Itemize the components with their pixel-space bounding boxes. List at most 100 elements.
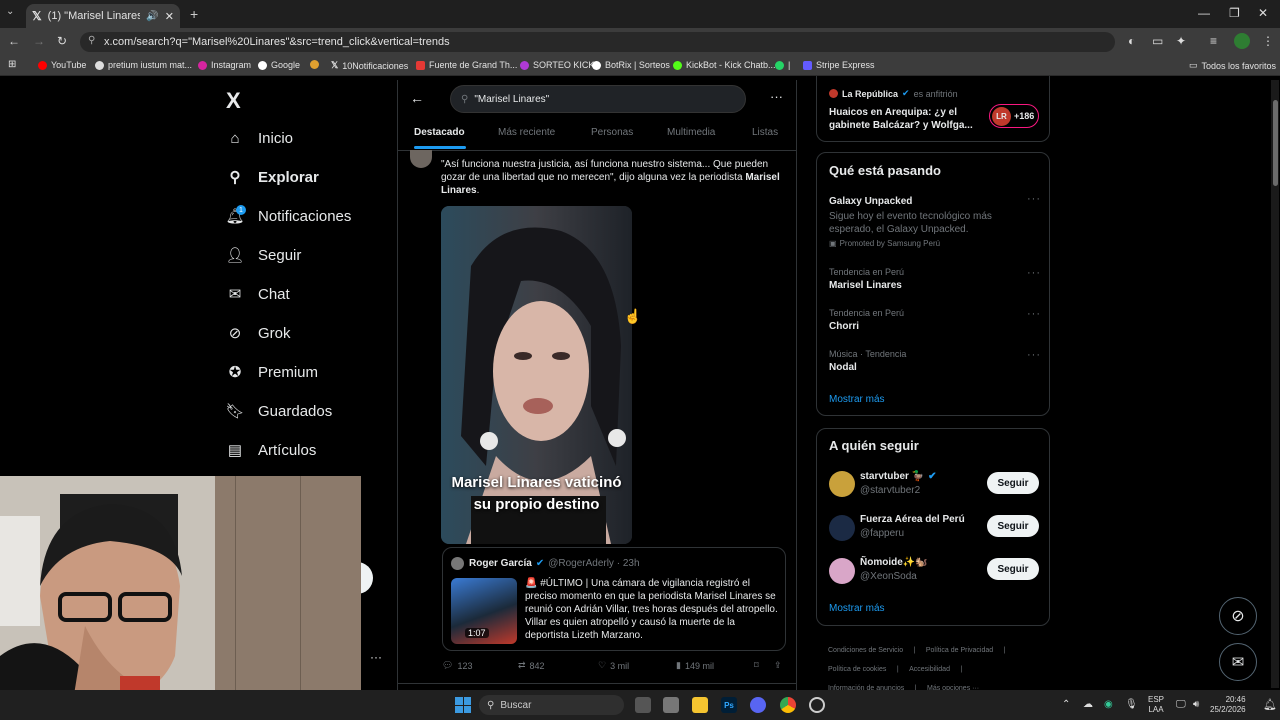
page-scrollbar[interactable] [1271, 80, 1279, 688]
tab-mas-reciente[interactable]: Más reciente [498, 127, 555, 138]
bookmark-whatsapp[interactable]: | [775, 60, 790, 70]
maximize-icon[interactable]: ❐ [1229, 6, 1240, 20]
back-icon[interactable]: ← [8, 34, 20, 48]
site-info-icon[interactable]: ⚲ [88, 35, 95, 46]
bookmark-pretium[interactable]: pretium iustum mat... [95, 60, 192, 70]
trend-2-more-icon[interactable]: ··· [1027, 308, 1041, 320]
obs-icon[interactable] [809, 697, 825, 713]
share-button[interactable]: ⇪ [774, 660, 782, 671]
notifications-icon[interactable]: 🔔︎ [1263, 698, 1277, 711]
bookmark-botrix[interactable]: BotRix | Sorteos [592, 60, 670, 70]
start-button[interactable] [455, 697, 471, 713]
tray-mic-icon[interactable]: 🎙︎ [1125, 699, 1138, 710]
follow-2-button[interactable]: Seguir [987, 515, 1039, 537]
bookmark-youtube[interactable]: YouTube [38, 60, 86, 70]
tray-cloud-icon[interactable]: ☁ [1083, 699, 1093, 710]
promo-title[interactable]: Galaxy Unpacked [829, 196, 912, 207]
bookmark-stripe[interactable]: Stripe Express [803, 60, 875, 70]
footer-terms[interactable]: Condiciones de Servicio [828, 647, 903, 654]
nav-item-seguir[interactable]: 👤︎ Seguir [225, 246, 301, 265]
follow-show-more[interactable]: Mostrar más [829, 603, 885, 614]
tweet-video[interactable]: Marisel Linares vaticinó su propio desti… [441, 206, 632, 544]
minimize-icon[interactable]: — [1198, 6, 1210, 20]
search-options-icon[interactable]: ··· [770, 89, 783, 104]
app-icon[interactable] [663, 697, 679, 713]
address-bar[interactable]: ⚲ x.com/search?q="Marisel%20Linares"&src… [80, 32, 1115, 52]
nav-item-articulos[interactable]: ▤ Artículos [226, 441, 316, 460]
account-more-icon[interactable]: ··· [370, 650, 382, 664]
file-explorer-icon[interactable] [692, 697, 708, 713]
speaker-icon[interactable]: 🔊 [146, 11, 158, 22]
x-logo[interactable]: X [226, 88, 241, 114]
footer-cookies[interactable]: Política de cookies [828, 666, 886, 673]
forward-icon[interactable]: → [33, 34, 45, 48]
messages-float-button[interactable]: ✉ [1219, 643, 1257, 681]
apps-grid-icon[interactable]: ⊞ [8, 59, 16, 70]
trend-2-name[interactable]: Chorri [829, 321, 859, 332]
reading-list-icon[interactable]: ≡ [1210, 34, 1217, 48]
follow-1-avatar[interactable] [829, 471, 855, 497]
promo-more-icon[interactable]: ··· [1027, 193, 1041, 205]
trend-3-name[interactable]: Nodal [829, 362, 857, 373]
taskbar-search[interactable]: ⚲ Buscar [479, 695, 624, 715]
quoted-tweet[interactable]: Roger García ✔ @RogerAderly · 23h 1:07 🚨… [442, 547, 786, 651]
nav-item-grok[interactable]: ⊘ Grok [226, 324, 291, 343]
bookmark-sorteo-kick[interactable]: SORTEO KICK [520, 60, 594, 70]
bookmark-unnamed[interactable] [310, 60, 319, 69]
trend-3-more-icon[interactable]: ··· [1027, 349, 1041, 361]
trends-show-more[interactable]: Mostrar más [829, 394, 885, 405]
back-arrow-icon[interactable]: ← [410, 90, 424, 106]
quote-video-thumbnail[interactable]: 1:07 [451, 578, 517, 644]
extension-icon[interactable]: ◐ [1128, 34, 1135, 48]
follow-2-avatar[interactable] [829, 515, 855, 541]
scrollbar-thumb[interactable] [1273, 100, 1278, 186]
volume-icon[interactable]: 🔊︎ [1193, 699, 1199, 710]
nav-item-chat[interactable]: ✉ Chat [226, 285, 290, 304]
nav-item-inicio[interactable]: ⌂ Inicio [226, 129, 293, 147]
hosted-space-card[interactable]: La República ✔ es anfitrión Huaicos en A… [816, 76, 1050, 142]
footer-privacy[interactable]: Política de Privacidad [926, 647, 993, 654]
tab-list-icon[interactable]: ⌄ [6, 6, 14, 17]
chrome-icon[interactable] [780, 697, 796, 713]
bookmark-kickbot[interactable]: KickBot - Kick Chatb... [673, 60, 776, 70]
bookmark-google[interactable]: Google [258, 60, 300, 70]
extensions-puzzle-icon[interactable]: ✦ [1176, 34, 1186, 48]
browser-tab[interactable]: 𝕏 (1) "Marisel Linares" - Busca 🔊 ✕ [26, 4, 180, 28]
clock[interactable]: 20:46 25/2/2026 [1210, 695, 1246, 715]
reload-icon[interactable]: ↻ [57, 34, 67, 48]
language-indicator[interactable]: ESP LAA [1148, 695, 1164, 715]
nav-item-guardados[interactable]: 🔖︎ Guardados [225, 402, 332, 421]
tray-chevron-icon[interactable]: ⌃ [1062, 699, 1070, 710]
photoshop-icon[interactable]: Ps [721, 697, 737, 713]
all-bookmarks[interactable]: ▭ Todos los favoritos [1189, 60, 1276, 71]
trend-1-name[interactable]: Marisel Linares [829, 280, 902, 291]
bookmark-fuente[interactable]: Fuente de Grand Th... [416, 60, 517, 70]
tab-multimedia[interactable]: Multimedia [667, 127, 715, 138]
like-button[interactable]: ♡ 3 mil [598, 660, 629, 671]
follow-2-name[interactable]: Fuerza Aérea del Perú [860, 514, 965, 525]
reply-button[interactable]: 💬︎ 123 [442, 660, 472, 671]
follow-3-name[interactable]: Ñomoide✨🐿️ [860, 557, 928, 568]
bookmark-10notificaciones[interactable]: 𝕏 10Notificaciones [331, 60, 408, 71]
follow-1-button[interactable]: Seguir [987, 472, 1039, 494]
repost-button[interactable]: ⇄ 842 [518, 660, 545, 671]
search-input[interactable]: ⚲ "Marisel Linares" [450, 85, 746, 113]
follow-3-avatar[interactable] [829, 558, 855, 584]
bookmark-button[interactable]: ⌑ [754, 660, 759, 671]
profile-avatar[interactable] [1234, 33, 1250, 49]
discord-icon[interactable] [750, 697, 766, 713]
trend-1-more-icon[interactable]: ··· [1027, 267, 1041, 279]
nav-item-explorar[interactable]: ⚲ Explorar [226, 168, 319, 187]
follow-3-button[interactable]: Seguir [987, 558, 1039, 580]
tab-listas[interactable]: Listas [752, 127, 778, 138]
bookmark-instagram[interactable]: Instagram [198, 60, 251, 70]
grok-float-button[interactable]: ⊘ [1219, 597, 1257, 635]
tab-personas[interactable]: Personas [591, 127, 633, 138]
tab-destacado[interactable]: Destacado [414, 127, 465, 138]
follow-1-name-row[interactable]: starvtuber 🦆 ✔ [860, 471, 937, 482]
tray-app-icon[interactable]: ◉ [1104, 699, 1113, 710]
views-button[interactable]: ▮ 149 mil [676, 660, 714, 671]
network-icon[interactable]: 🖵 [1176, 699, 1186, 710]
footer-accessibility[interactable]: Accesibilidad [909, 666, 950, 673]
chrome-menu-icon[interactable]: ⋮ [1262, 34, 1274, 48]
